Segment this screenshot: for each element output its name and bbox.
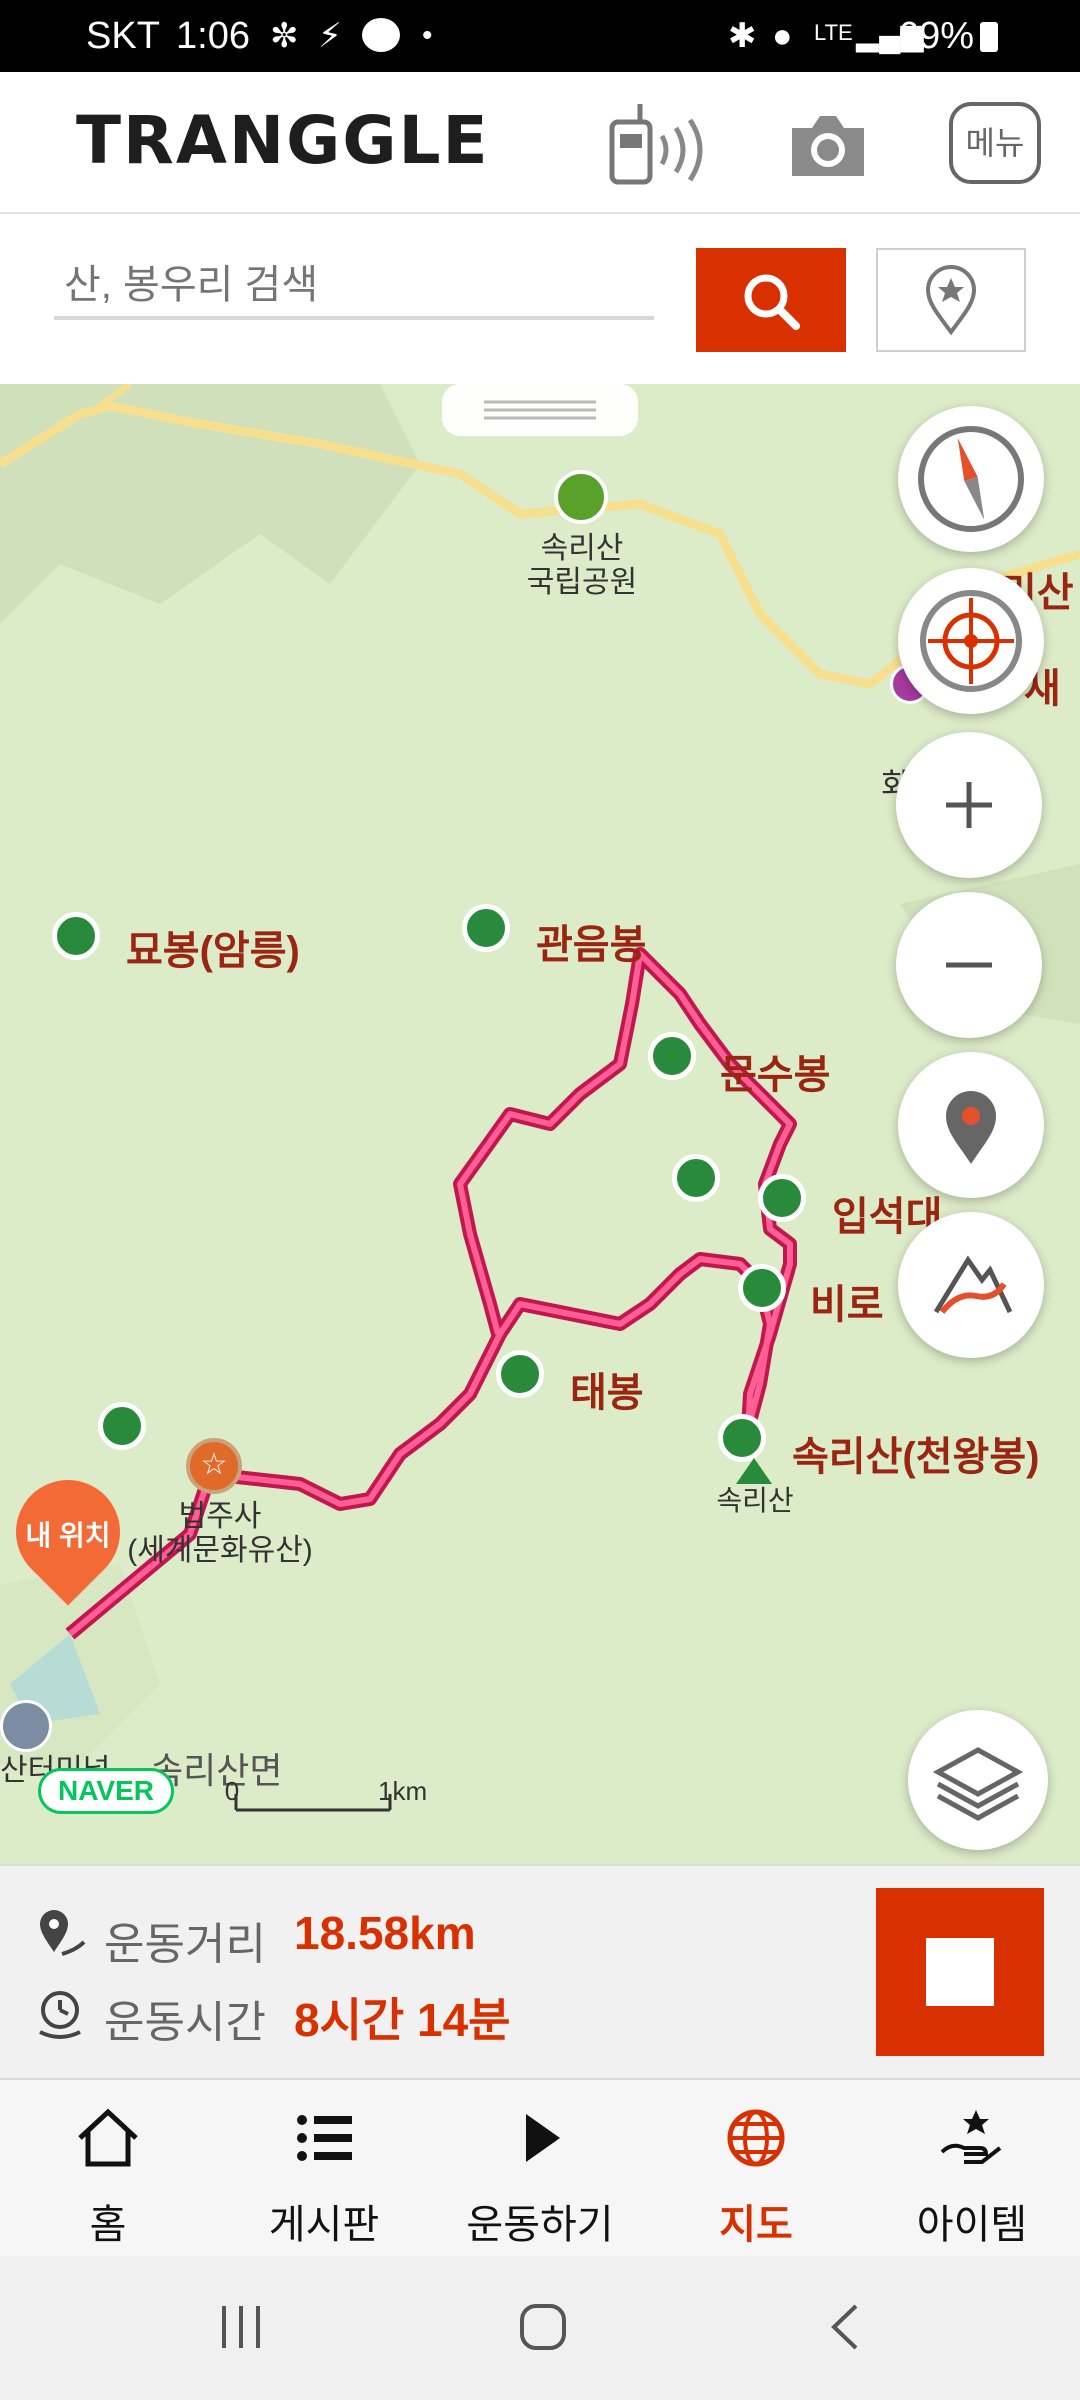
nav-home-label: 홈 bbox=[89, 2203, 127, 2247]
elevation-button[interactable] bbox=[898, 1212, 1044, 1358]
fan-icon: ✼ bbox=[270, 17, 299, 55]
menu-button[interactable]: 메뉴 bbox=[949, 102, 1041, 184]
home-circle-icon[interactable] bbox=[516, 2300, 570, 2354]
peak-marker-icon[interactable] bbox=[462, 904, 510, 952]
clock: 1:06 bbox=[176, 15, 250, 57]
peak-label-gwaneumbong[interactable]: 관음봉 bbox=[536, 912, 646, 970]
compass-button[interactable] bbox=[898, 406, 1044, 552]
system-navigation-bar bbox=[0, 2256, 1080, 2400]
plus-icon bbox=[946, 782, 992, 828]
map-view[interactable]: 속리산 국립공원 묘봉(암릉) 관음봉 문수봉 입석대 비로 태봉 속리산(천왕… bbox=[0, 384, 1080, 1864]
nav-map[interactable]: 지도 bbox=[648, 2080, 864, 2258]
list-icon bbox=[297, 2115, 352, 2161]
target-icon bbox=[920, 590, 1022, 692]
bus-icon[interactable] bbox=[0, 1700, 52, 1752]
search-icon bbox=[744, 274, 800, 330]
park-label: 속리산 국립공원 bbox=[526, 532, 638, 599]
nav-item-shop[interactable]: 아이템 bbox=[864, 2080, 1080, 2258]
workout-stats-panel: 운동거리 18.58km 운동시간 8시간 14분 bbox=[0, 1864, 1080, 2080]
nav-item-label: 아이템 bbox=[916, 2203, 1028, 2247]
waypoint-button[interactable] bbox=[898, 1052, 1044, 1198]
camera-icon[interactable] bbox=[786, 106, 870, 187]
item-icon bbox=[940, 2110, 1002, 2164]
search-button[interactable] bbox=[696, 248, 846, 352]
minus-icon bbox=[946, 962, 992, 968]
recent-apps-icon[interactable] bbox=[214, 2302, 268, 2352]
distance-label: 운동거리 bbox=[104, 1920, 266, 1969]
app-header: TRANGGLE 메뉴 bbox=[0, 72, 1080, 214]
stop-icon bbox=[926, 1938, 994, 2006]
nav-board[interactable]: 게시판 bbox=[216, 2080, 432, 2258]
pin-icon bbox=[946, 1091, 996, 1164]
time-label: 운동시간 bbox=[104, 1998, 266, 2047]
mountain-icon bbox=[933, 1255, 1013, 1314]
mute-icon: ⚡ bbox=[318, 17, 342, 55]
layers-icon bbox=[932, 1747, 1024, 1821]
time-icon bbox=[39, 1991, 81, 2039]
distance-value: 18.58km bbox=[294, 1907, 476, 1959]
peak-label-birobong[interactable]: 비로 bbox=[810, 1272, 884, 1330]
favorite-location-button[interactable] bbox=[876, 248, 1026, 352]
nav-map-label: 지도 bbox=[719, 2203, 793, 2247]
talk-icon bbox=[362, 18, 400, 52]
peak-marker-icon[interactable] bbox=[738, 1264, 786, 1312]
peak-marker-icon[interactable] bbox=[758, 1174, 806, 1222]
nav-workout-label: 운동하기 bbox=[466, 2203, 614, 2247]
zoom-out-button[interactable] bbox=[896, 892, 1042, 1038]
battery-label: 69% bbox=[898, 15, 975, 57]
distance-icon bbox=[40, 1910, 86, 1956]
search-input[interactable] bbox=[54, 254, 654, 320]
back-icon[interactable] bbox=[826, 2302, 866, 2352]
peak-label-cheonwangbong[interactable]: 속리산(천왕봉) bbox=[792, 1424, 1039, 1482]
nav-board-label: 게시판 bbox=[268, 2203, 380, 2247]
peak-label-myobong[interactable]: 묘봉(암릉) bbox=[126, 918, 300, 976]
park-icon[interactable] bbox=[554, 470, 608, 524]
radio-icon[interactable] bbox=[606, 102, 716, 193]
nav-home[interactable]: 홈 bbox=[0, 2080, 216, 2258]
lte-label: LTE bbox=[814, 20, 853, 45]
time-value: 8시간 14분 bbox=[294, 1994, 511, 2046]
scale-zero-label: 0 bbox=[224, 1776, 240, 1806]
scale-label: 1km bbox=[378, 1776, 428, 1806]
summit-label: 속리산 bbox=[716, 1485, 794, 1516]
peak-marker-icon[interactable] bbox=[718, 1414, 766, 1462]
temple-label: 법주사 (세계문화유산) bbox=[127, 1500, 313, 1567]
layers-button[interactable] bbox=[908, 1710, 1048, 1850]
my-location-label: 내 위치 bbox=[25, 1520, 111, 1551]
peak-marker-icon[interactable] bbox=[648, 1032, 696, 1080]
globe-icon bbox=[727, 2109, 785, 2167]
naver-logo: NAVER bbox=[38, 1768, 174, 1814]
peak-marker-icon[interactable] bbox=[98, 1402, 146, 1450]
dot-icon: • bbox=[422, 19, 433, 52]
bluetooth-icon: ✱ bbox=[728, 17, 757, 55]
nav-workout[interactable]: 운동하기 bbox=[432, 2080, 648, 2258]
carrier-label: SKT bbox=[86, 15, 160, 57]
peak-marker-icon[interactable] bbox=[672, 1154, 720, 1202]
summit-icon bbox=[736, 1458, 772, 1484]
peak-marker-icon[interactable] bbox=[52, 912, 100, 960]
peak-label-munsubong[interactable]: 문수봉 bbox=[720, 1042, 830, 1100]
stop-workout-button[interactable] bbox=[876, 1888, 1044, 2056]
location-icon: ● bbox=[772, 17, 793, 55]
status-bar: SKT 1:06 ✼ ⚡ • ✱ ● LTE ▂▄▆ 69% bbox=[0, 0, 1080, 72]
bottom-navigation: 홈 게시판 운동하기 지도 아이템 bbox=[0, 2078, 1080, 2258]
zoom-in-button[interactable] bbox=[896, 732, 1042, 878]
peak-marker-icon[interactable] bbox=[496, 1350, 544, 1398]
search-bar bbox=[0, 214, 1080, 382]
track-location-button[interactable] bbox=[898, 568, 1044, 714]
temple-star-icon[interactable]: ☆ bbox=[186, 1438, 242, 1494]
app-logo[interactable]: TRANGGLE bbox=[76, 102, 490, 179]
play-icon bbox=[526, 2114, 560, 2162]
star-pin-icon bbox=[925, 265, 977, 336]
battery-icon bbox=[980, 22, 998, 52]
peak-label-taebong[interactable]: 태봉 bbox=[570, 1360, 644, 1418]
compass-icon bbox=[918, 426, 1024, 532]
home-icon bbox=[78, 2108, 138, 2167]
